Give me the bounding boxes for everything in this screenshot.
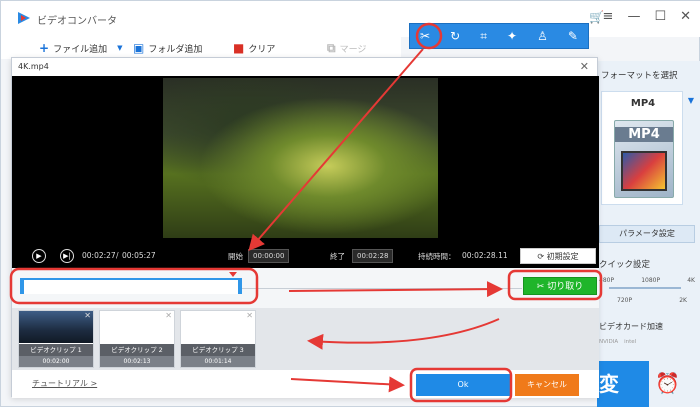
total-time: 00:05:27 [122,251,156,260]
duration-value: 00:02:28.11 [462,251,508,260]
cancel-button[interactable]: キャンセル [515,374,579,396]
close-icon[interactable]: ✕ [680,9,691,24]
app-logo-icon [18,12,30,24]
merge-icon: ⧉ [327,41,336,55]
reset-button[interactable]: ⟳ 初期設定 [520,248,596,264]
gpu-logos: NVIDIA intel [599,339,695,353]
clip-item[interactable]: ✕ ビデオクリップ 3 00:01:14 [180,310,256,368]
mp4-format-icon: MP4 [614,120,674,198]
minimize-icon[interactable]: — [627,9,640,24]
clip-list: ✕ ビデオクリップ 1 00:02:00 ✕ ビデオクリップ 2 00:02:1… [12,308,599,370]
duration-label: 持続時間： [418,252,456,261]
timeline: ✂ 切り取り [12,268,599,308]
gpu-accel-label: ビデオカード加速 [599,322,663,331]
playhead-marker[interactable] [229,272,237,277]
subtitle-icon[interactable]: ✎ [568,29,578,43]
format-selector[interactable]: MP4 ▼ MP4 [601,91,694,205]
selected-range[interactable] [20,278,242,294]
main-toolbar: + ファイル追加 ▼ ▣ フォルダ追加 ■ クリア ⧉ マージ [1,37,401,59]
tutorial-link[interactable]: チュートリアル > [32,378,97,389]
clear-button[interactable]: ■ クリア [233,41,275,55]
param-settings-button[interactable]: パラメータ設定 [599,225,695,243]
clip-thumbnail [181,311,255,343]
cut-button[interactable]: ✂ 切り取り [523,277,597,295]
nvidia-logo[interactable]: NVIDIA [599,339,618,353]
add-folder-button[interactable]: ▣ フォルダ追加 [133,41,202,55]
close-icon[interactable]: ✕ [165,311,172,320]
current-time: 00:02:27 [82,251,116,260]
intel-logo[interactable]: intel [624,339,636,353]
ok-button[interactable]: Ok [416,374,510,396]
time-separator: / [116,251,119,260]
scissors-icon: ✂ [536,282,545,292]
next-frame-icon[interactable]: ▶| [60,249,74,263]
video-preview[interactable] [163,78,438,238]
player-controls: ▶ ▶| 00:02:27 / 00:05:27 開始 00:00:00 終了 … [12,246,599,268]
film-icon [621,151,667,191]
effect-icon[interactable]: ✦ [507,29,517,43]
clip-thumbnail [19,311,93,343]
scissors-icon[interactable]: ✂ [420,29,430,43]
clip-item[interactable]: ✕ ビデオクリップ 1 00:02:00 [18,310,94,368]
run-convert-button[interactable]: 変 [597,361,649,407]
format-select-label: フォーマットを選択 [601,71,678,81]
app-title: ビデオコンバータ [37,16,117,27]
end-handle[interactable] [238,278,242,294]
close-icon[interactable]: ✕ [246,311,253,320]
window-controls: ≡ — ☐ ✕ [603,9,691,24]
edit-tool-strip: ✂ ↻ ⌗ ✦ ♙ ✎ [409,23,589,49]
plus-icon: + [39,41,50,55]
resolution-slider[interactable] [609,287,681,289]
alarm-clock-icon[interactable]: ⏰ [655,371,680,395]
timeline-track[interactable] [242,288,522,289]
dialog-title: 4K.mp4 [18,62,49,71]
folder-icon: ▣ [133,41,145,55]
right-panel: フォーマットを選択 MP4 ▼ MP4 パラメータ設定 クイック設定 480P … [597,61,700,407]
dropdown-arrow-icon[interactable]: ▼ [688,96,694,105]
start-handle[interactable] [20,278,24,294]
dialog-close-icon[interactable]: ✕ [580,60,589,73]
resolution-row-top: 480P 1080P 4K [599,277,695,284]
add-file-button[interactable]: + ファイル追加 ▼ [39,41,122,55]
crop-icon[interactable]: ⌗ [480,29,487,44]
clip-item[interactable]: ✕ ビデオクリップ 2 00:02:13 [99,310,175,368]
play-icon[interactable]: ▶ [32,249,46,263]
refresh-icon: ⟳ [537,252,545,261]
cut-dialog: 4K.mp4 ✕ ▶ ▶| 00:02:27 / 00:05:27 開始 00:… [11,57,599,398]
clip-thumbnail [100,311,174,343]
title-bar: ビデオコンバータ 🛒 ≡ — ☐ ✕ [1,1,700,37]
dialog-footer: チュートリアル > Ok キャンセル [12,370,599,398]
end-time-input[interactable]: 00:02:28 [352,249,394,263]
watermark-icon[interactable]: ♙ [537,29,548,43]
resolution-row-bottom: 720P 2K [617,297,687,304]
chevron-down-icon[interactable]: ▼ [117,44,122,52]
close-icon[interactable]: ✕ [84,311,91,320]
format-name: MP4 [630,98,656,109]
menu-icon[interactable]: ≡ [603,9,614,24]
end-label: 終了 [330,252,345,261]
maximize-icon[interactable]: ☐ [654,9,666,24]
start-label: 開始 [228,252,243,261]
app-window: ビデオコンバータ 🛒 ≡ — ☐ ✕ + ファイル追加 ▼ ▣ フォルダ追加 ■… [0,0,700,407]
quick-setting-label: クイック設定 [599,260,651,270]
merge-button[interactable]: ⧉ マージ [327,41,366,56]
rotate-icon[interactable]: ↻ [450,29,460,43]
start-time-input[interactable]: 00:00:00 [248,249,290,263]
trash-icon: ■ [233,41,245,55]
video-player [12,76,599,246]
